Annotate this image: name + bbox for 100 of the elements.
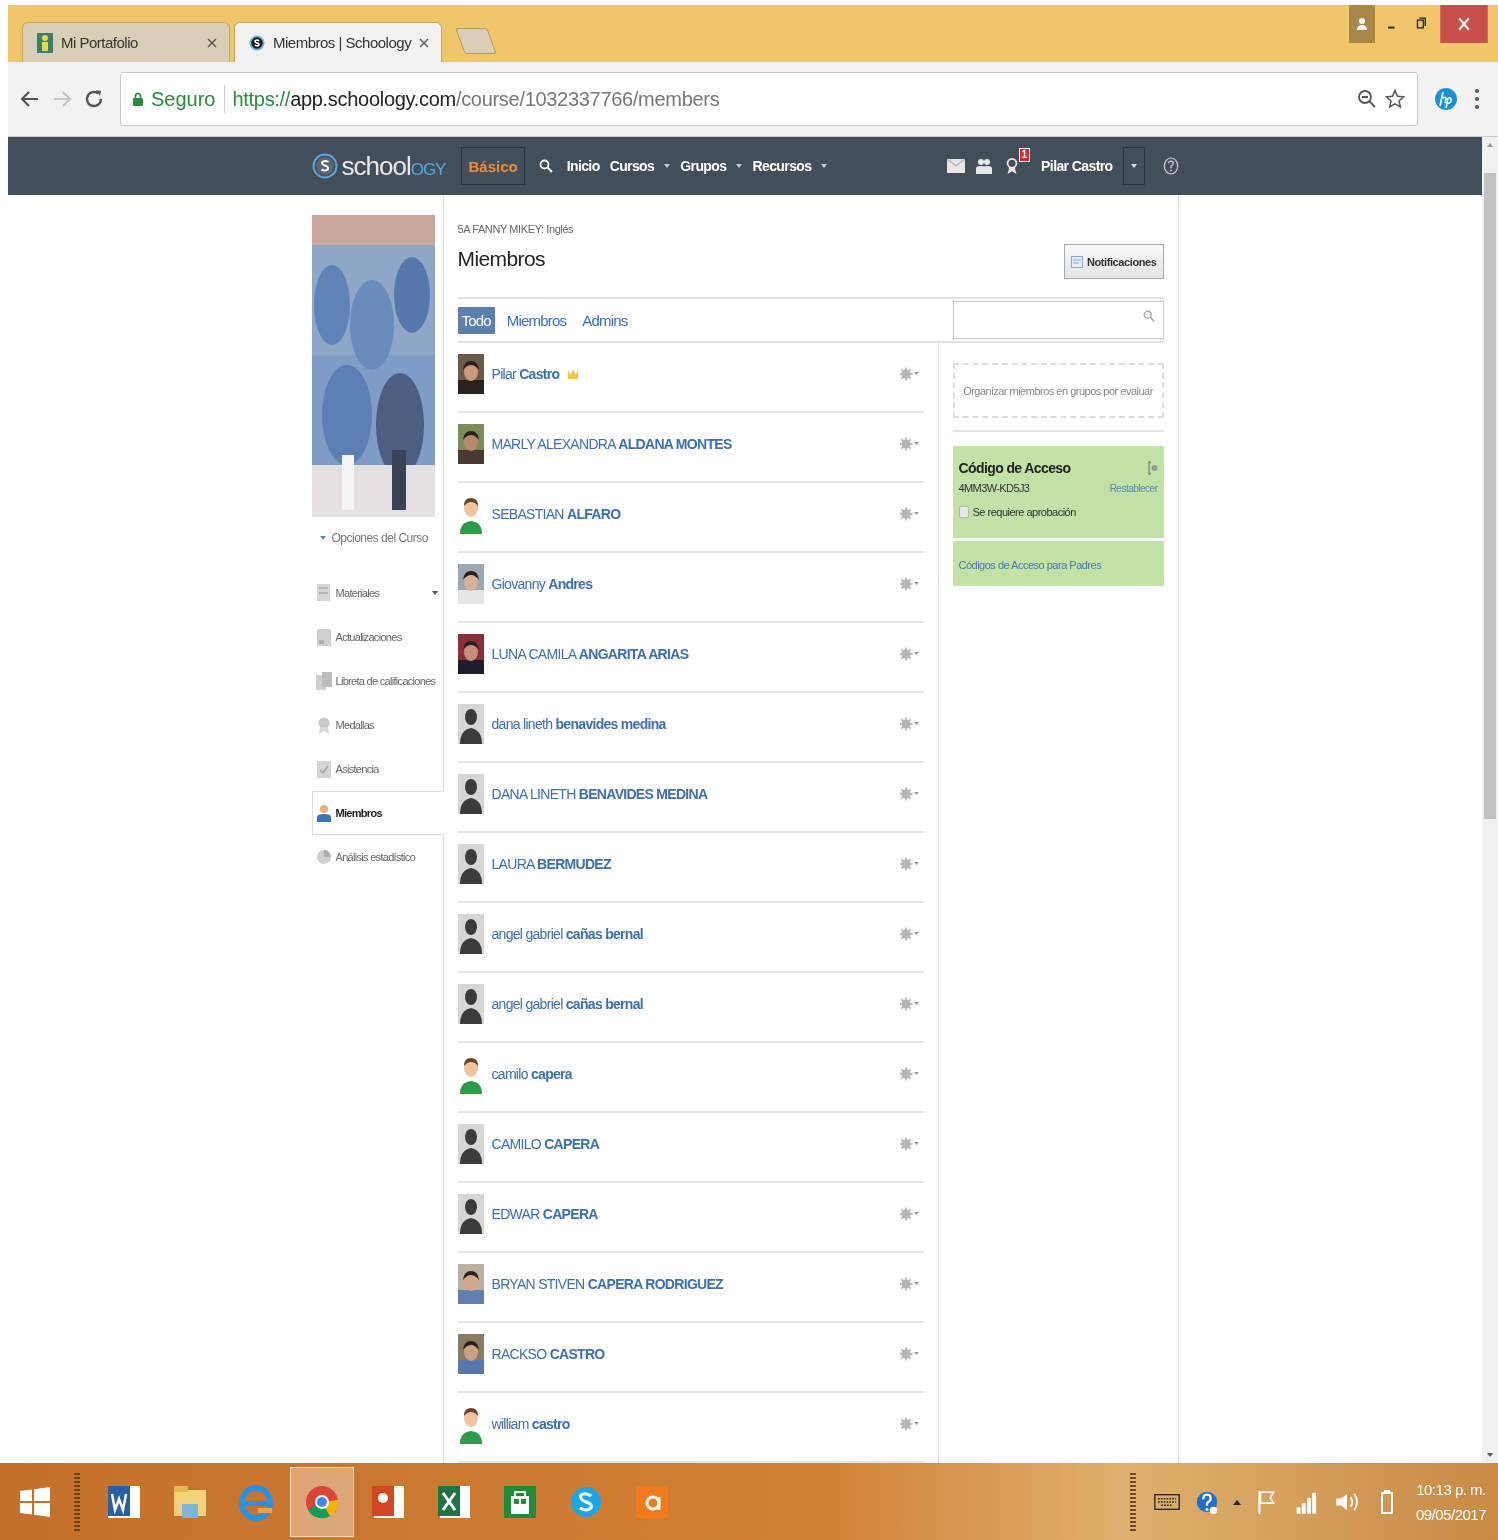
member-name-link[interactable]: LUNA CAMILA ANGARITA ARIAS: [491, 646, 689, 662]
settings-icon[interactable]: [899, 367, 920, 381]
member-name-link[interactable]: camilo capera: [491, 1066, 572, 1082]
color-wheel-icon[interactable]: [290, 1466, 354, 1537]
sidebar-item[interactable]: Libreta de calificaciones: [311, 659, 444, 703]
sidebar-item-label: Libreta de calificaciones: [335, 675, 436, 687]
close-button[interactable]: [1439, 5, 1489, 43]
security-label: Seguro: [151, 87, 216, 111]
sidebar-item-label: Análisis estadístico: [335, 851, 416, 863]
nav-link[interactable]: Grupos: [680, 158, 727, 174]
mail-icon[interactable]: [947, 158, 966, 174]
settings-icon[interactable]: [899, 1347, 920, 1361]
help-icon[interactable]: [1162, 156, 1179, 176]
member-name-link[interactable]: MARLY ALEXANDRA ALDANA MONTES: [491, 436, 732, 452]
logo[interactable]: schoolOGY: [311, 150, 446, 182]
member-name-link[interactable]: william castro: [491, 1416, 570, 1432]
nav-link[interactable]: Recursos: [752, 158, 812, 174]
nav-link[interactable]: Inicio: [566, 158, 600, 174]
sidebar-item-label: Asistencia: [335, 763, 379, 775]
member-name-link[interactable]: Pilar Castro: [491, 366, 560, 382]
caret-icon[interactable]: [821, 164, 828, 168]
member-name-link[interactable]: DANA LINETH BENAVIDES MEDINA: [491, 786, 708, 802]
groups-prompt-box[interactable]: Organizar miembros en grupos por evaluar: [952, 363, 1164, 418]
user-button[interactable]: [1349, 5, 1375, 43]
sidebar-item[interactable]: Asistencia: [311, 747, 444, 791]
address-bar[interactable]: Seguro https://app.schoology.com/course/1032337766/members: [120, 72, 1418, 126]
settings-icon[interactable]: [899, 997, 920, 1011]
notification-icon: [1070, 255, 1083, 268]
default-avatar-icon: [457, 984, 484, 1024]
member-name-link[interactable]: Giovanny Andres: [491, 576, 593, 592]
caret-icon[interactable]: [431, 591, 438, 595]
settings-icon[interactable]: [899, 1417, 920, 1431]
filter-tab[interactable]: Todo: [457, 306, 495, 334]
settings-icon[interactable]: [899, 787, 920, 801]
filter-tab[interactable]: Admins: [578, 306, 632, 334]
start-button[interactable]: [20, 1486, 50, 1517]
scrollbar[interactable]: [1482, 137, 1498, 1463]
browser-tab[interactable]: Mi Portafolio: [22, 22, 230, 62]
settings-icon[interactable]: [899, 437, 920, 451]
zoom-icon[interactable]: [1357, 89, 1377, 109]
sidebar-item[interactable]: Materiales: [311, 571, 444, 615]
search-icon[interactable]: [538, 159, 553, 173]
extension-icon[interactable]: [1434, 87, 1458, 111]
notifications-button[interactable]: Notificaciones: [1063, 244, 1164, 279]
sidebar-item[interactable]: Actualizaciones: [311, 615, 444, 659]
settings-icon[interactable]: [899, 1207, 920, 1221]
course-name[interactable]: 5A FANNY MIKEY: Inglés: [457, 223, 574, 235]
access-code-title: Código de Acceso: [958, 460, 1071, 476]
settings-icon[interactable]: [899, 1137, 920, 1151]
document-icon: [315, 760, 332, 778]
default-avatar-icon: [457, 914, 484, 954]
settings-icon[interactable]: [899, 507, 920, 521]
user-name-link[interactable]: Pilar Castro: [1041, 158, 1113, 174]
sidebar-item[interactable]: Análisis estadístico: [311, 835, 444, 879]
caret-icon[interactable]: [736, 164, 743, 168]
document-icon: [315, 628, 332, 646]
settings-icon[interactable]: [899, 857, 920, 871]
filter-tab[interactable]: Miembros: [502, 306, 571, 334]
settings-icon[interactable]: [899, 1277, 920, 1291]
logo-icon: [249, 32, 265, 53]
parent-codes-link[interactable]: Códigos de Acceso para Padres: [958, 559, 1102, 571]
member-name-link[interactable]: angel gabriel cañas bernal: [491, 996, 643, 1012]
sidebar-item-label: Actualizaciones: [335, 631, 402, 643]
share-icon[interactable]: [1147, 461, 1158, 475]
settings-icon[interactable]: [899, 1067, 920, 1081]
menu-icon[interactable]: [1474, 87, 1480, 111]
close-icon[interactable]: [207, 37, 217, 48]
settings-icon[interactable]: [899, 927, 920, 941]
caret-icon[interactable]: [664, 164, 671, 168]
checkbox-label: Se requiere aprobación: [972, 506, 1076, 518]
sidebar-item[interactable]: Medallas: [311, 703, 444, 747]
member-name-link[interactable]: CAMILO CAPERA: [491, 1136, 600, 1152]
star-icon[interactable]: [1385, 89, 1405, 109]
member-name-link[interactable]: RACKSO CASTRO: [491, 1346, 605, 1362]
member-name-link[interactable]: dana lineth benavides medina: [491, 716, 666, 732]
sidebar-item-label: Medallas: [335, 719, 374, 731]
clock-time[interactable]: 10:13 p. m.: [1416, 1480, 1486, 1498]
nav-link[interactable]: Cursos: [609, 158, 655, 174]
member-name-link[interactable]: BRYAN STIVEN CAPERA RODRIGUEZ: [491, 1276, 723, 1292]
default-avatar-icon: [457, 1124, 484, 1164]
page-title: Miembros: [457, 247, 546, 271]
member-name-link[interactable]: LAURA BERMUDEZ: [491, 856, 611, 872]
clock-date[interactable]: 09/05/2017: [1415, 1505, 1486, 1523]
checkbox[interactable]: [958, 506, 969, 518]
caret-icon: [319, 536, 326, 540]
member-name-link[interactable]: SEBASTIAN ALFARO: [491, 506, 621, 522]
user-menu-button[interactable]: [1122, 147, 1145, 185]
mode-button[interactable]: Básico: [461, 147, 525, 185]
member-name-link[interactable]: EDWAR CAPERA: [491, 1206, 598, 1222]
reset-link[interactable]: Restablecer: [1109, 482, 1158, 494]
settings-icon[interactable]: [899, 717, 920, 731]
search-field[interactable]: [952, 301, 1164, 339]
close-icon[interactable]: [419, 37, 430, 48]
person-icon: [1356, 17, 1368, 31]
sidebar-item[interactable]: Miembros: [311, 791, 444, 835]
settings-icon[interactable]: [899, 577, 920, 591]
member-name-link[interactable]: angel gabriel cañas bernal: [491, 926, 643, 942]
people-icon[interactable]: [975, 158, 994, 174]
browser-tab[interactable]: Miembros | Schoology: [234, 22, 442, 62]
settings-icon[interactable]: [899, 647, 920, 661]
